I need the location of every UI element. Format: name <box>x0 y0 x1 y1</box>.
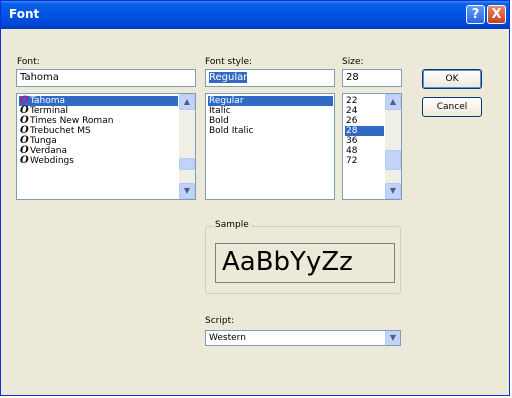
font-dialog: Font ? X Font: Tahoma OTahoma OTerminal OT… <box>0 0 510 396</box>
font-style-list[interactable]: Regular Italic Bold Bold Italic <box>205 93 335 200</box>
help-button[interactable]: ? <box>466 5 485 24</box>
font-style-list-item[interactable]: Bold Italic <box>208 126 333 136</box>
font-list-item-label: Terminal <box>30 106 69 116</box>
font-list-item[interactable]: OTerminal <box>19 106 178 117</box>
font-list-item-label: Webdings <box>30 156 74 166</box>
font-style-list-item[interactable]: Italic <box>208 106 333 116</box>
size-list-item[interactable]: 36 <box>345 136 384 146</box>
size-label: Size: <box>342 57 364 67</box>
font-style-list-item-label: Italic <box>209 106 231 116</box>
font-list[interactable]: OTahoma OTerminal OTimes New Roman OTrebuch… <box>16 93 196 200</box>
script-label: Script: <box>205 316 235 326</box>
scroll-down-button[interactable]: ▼ <box>179 183 195 199</box>
size-list-item-label: 22 <box>346 96 358 106</box>
size-list-item-label: 28 <box>346 126 358 136</box>
size-list[interactable]: 22 24 26 28 36 48 72 ▲ ▼ <box>342 93 402 200</box>
font-list-item[interactable]: OTimes New Roman <box>19 116 178 127</box>
font-list-item-label: Tahoma <box>30 96 66 106</box>
title-bar[interactable]: Font ? X <box>1 1 509 29</box>
size-list-item[interactable]: 24 <box>345 106 384 116</box>
size-list-item[interactable]: 26 <box>345 116 384 126</box>
font-style-list-item-label: Bold <box>209 116 229 126</box>
font-style-input[interactable]: Regular <box>205 69 335 87</box>
font-style-label: Font style: <box>205 57 253 67</box>
size-list-item-label: 72 <box>346 156 358 166</box>
font-list-item[interactable]: OWebdings <box>19 155 178 167</box>
size-list-item[interactable]: 48 <box>345 146 384 156</box>
sample-label: Sample <box>213 220 251 230</box>
size-list-item[interactable]: 28 <box>345 126 384 136</box>
script-select[interactable]: Western ▼ <box>205 330 401 346</box>
font-list-item-label: Verdana <box>30 146 67 156</box>
scroll-thumb[interactable] <box>179 158 195 170</box>
font-list-scrollbar[interactable]: ▲ ▼ <box>179 94 195 199</box>
font-style-input-text: Regular <box>209 72 248 83</box>
size-list-scrollbar[interactable]: ▲ ▼ <box>385 94 401 199</box>
size-list-item-label: 26 <box>346 116 358 126</box>
font-label: Font: <box>17 57 40 67</box>
sample-preview: AaBbYyZz <box>215 243 395 283</box>
size-list-item[interactable]: 72 <box>345 156 384 166</box>
size-list-item-label: 36 <box>346 136 358 146</box>
font-list-item-label: Times New Roman <box>30 116 114 126</box>
script-value: Western <box>209 333 246 343</box>
scroll-down-button[interactable]: ▼ <box>385 183 401 199</box>
scroll-thumb[interactable] <box>385 150 401 170</box>
font-list-item-label: Tunga <box>30 136 57 146</box>
scroll-up-button[interactable]: ▲ <box>385 94 401 110</box>
font-list-item[interactable]: OVerdana <box>19 146 178 157</box>
font-style-list-item[interactable]: Bold <box>208 116 333 126</box>
close-button[interactable]: X <box>487 5 506 24</box>
font-style-list-item[interactable]: Regular <box>208 96 333 106</box>
size-list-item-label: 24 <box>346 106 358 116</box>
font-name-input[interactable]: Tahoma <box>16 69 196 87</box>
cancel-button[interactable]: Cancel <box>422 97 482 117</box>
font-type-icon: O <box>20 155 29 166</box>
dialog-title: Font <box>9 7 40 21</box>
font-style-list-item-label: Bold Italic <box>209 126 254 136</box>
ok-button[interactable]: OK <box>422 69 482 89</box>
size-input[interactable]: 28 <box>342 69 402 87</box>
font-list-item[interactable]: OTrebuchet MS <box>19 126 178 137</box>
size-list-item-label: 48 <box>346 146 358 156</box>
size-list-item[interactable]: 22 <box>345 96 384 106</box>
font-list-item[interactable]: OTahoma <box>19 96 178 106</box>
chevron-down-icon[interactable]: ▼ <box>385 331 400 345</box>
font-style-list-item-label: Regular <box>209 96 244 106</box>
font-list-item-label: Trebuchet MS <box>30 126 91 136</box>
font-list-item[interactable]: OTunga <box>19 136 178 147</box>
scroll-up-button[interactable]: ▲ <box>179 94 195 110</box>
